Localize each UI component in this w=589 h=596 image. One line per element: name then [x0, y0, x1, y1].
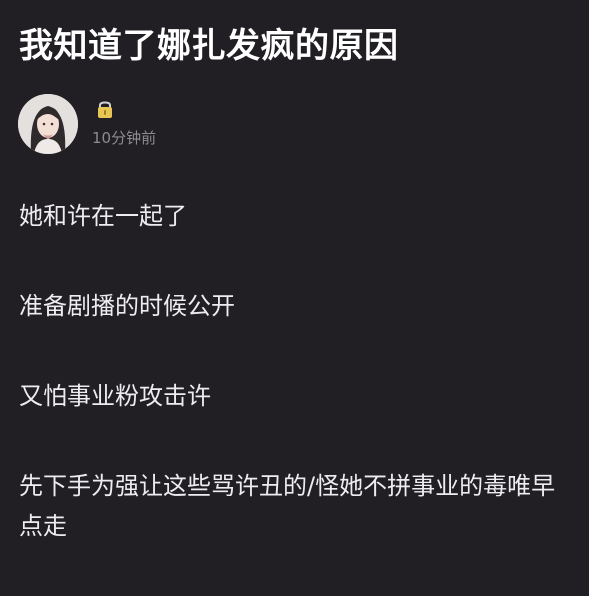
- paragraph: 准备剧播的时候公开: [19, 292, 235, 320]
- avatar[interactable]: [18, 94, 78, 154]
- paragraph: 她和许在一起了: [19, 202, 187, 230]
- post-body: 她和许在一起了 准备剧播的时候公开 又怕事业粉攻击许 先下手为强让这些骂许丑的/…: [19, 196, 579, 596]
- post-header-title: 我知道了娜扎发疯的原因: [19, 26, 399, 66]
- paragraph: 又怕事业粉攻击许: [19, 382, 211, 410]
- post-time: 10分钟前: [92, 129, 157, 147]
- author-row: 10分钟前: [18, 94, 318, 154]
- lock-icon: [98, 101, 112, 118]
- paragraph: 先下手为强让这些骂许丑的/怪她不拼事业的毒唯早点走: [19, 472, 556, 540]
